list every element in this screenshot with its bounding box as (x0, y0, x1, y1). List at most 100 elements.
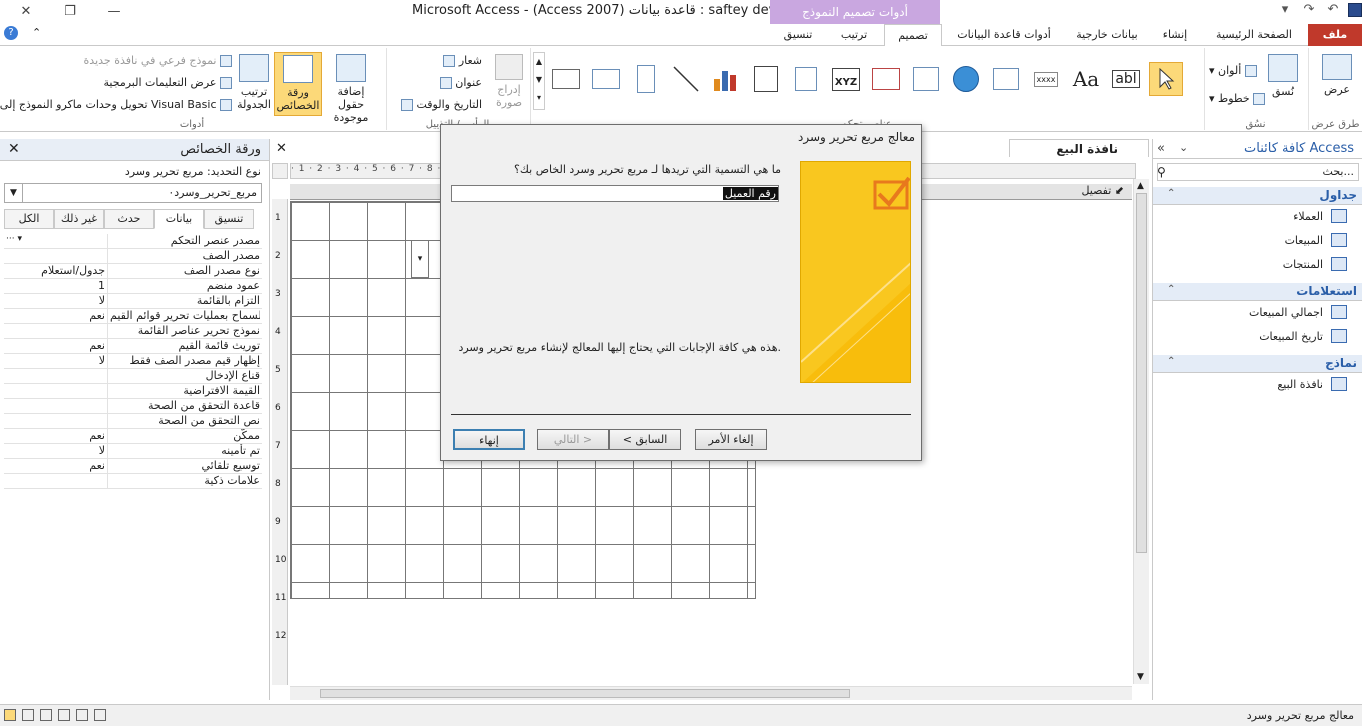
title-button[interactable]: عنوان (439, 76, 482, 89)
property-value[interactable]: لا (4, 444, 108, 459)
property-row[interactable]: لا إظهار قيم مصدر الصف فقط (4, 354, 262, 369)
tab-home[interactable]: الصفحة الرئيسية (1202, 24, 1306, 46)
chevron-down-icon[interactable]: ▼ (5, 184, 23, 202)
property-row[interactable]: نعم توسيع تلقائي (4, 459, 262, 474)
property-row[interactable]: علامات ذكية (4, 474, 262, 489)
builder-icon[interactable]: ··· ▾ (6, 234, 22, 244)
convert-macros-button[interactable]: تحويل وحدات ماكرو النموذج إلى Visual Bas… (0, 98, 232, 111)
property-row[interactable]: لا تم تأمينه (4, 444, 262, 459)
customize-qat-icon[interactable]: ▾ (1276, 2, 1294, 17)
layout-view-icon[interactable] (22, 709, 34, 721)
horizontal-scrollbar[interactable] (290, 686, 1132, 700)
tab-format[interactable]: تنسيق (772, 24, 824, 46)
property-value[interactable]: نعم (4, 339, 108, 354)
scroll-down-icon[interactable]: ▼ (1137, 672, 1144, 682)
list-box-control-icon[interactable] (589, 62, 623, 96)
collapse-nav-icon[interactable]: « (1157, 141, 1165, 156)
close-window-button[interactable]: ✕ (4, 2, 48, 22)
property-row[interactable]: مصدر الصف (4, 249, 262, 264)
pivot-chart-icon[interactable] (94, 709, 106, 721)
ribbon-collapse-icon[interactable]: ⌃ (32, 26, 41, 39)
property-tab[interactable]: تنسيق (204, 209, 254, 229)
property-value[interactable]: نعم (4, 429, 108, 444)
navigation-control-icon[interactable] (869, 62, 903, 96)
property-value[interactable]: نعم (4, 309, 108, 324)
back-button[interactable]: < السابق (609, 429, 681, 450)
property-value[interactable] (4, 324, 108, 339)
nav-title[interactable]: كافة كائنات Access (1244, 141, 1354, 156)
document-tab[interactable]: نافذة البيع (1009, 139, 1149, 157)
view-button[interactable]: عرض (1317, 54, 1357, 96)
property-row[interactable]: نموذج تحرير عناصر القائمة (4, 324, 262, 339)
property-tab[interactable]: الكل (4, 209, 54, 229)
colors-button[interactable]: ▾ ألوان (1209, 64, 1257, 77)
property-row[interactable]: قناع الإدخال (4, 369, 262, 384)
nav-item[interactable]: نافذة البيع (1153, 373, 1362, 397)
tab-database-tools[interactable]: أدوات قاعدة البيانات (944, 24, 1064, 46)
select-pointer-icon[interactable] (1149, 62, 1183, 96)
logo-button[interactable]: شعار (443, 54, 482, 67)
chart-control-icon[interactable] (709, 62, 743, 96)
nav-item[interactable]: المنتجات (1153, 253, 1362, 277)
close-document-icon[interactable]: ✕ (276, 141, 287, 156)
property-row[interactable]: نعم ممكّن (4, 429, 262, 444)
label-name-input[interactable]: رقم العميل (451, 185, 779, 202)
form-selector[interactable] (272, 163, 288, 179)
property-row[interactable]: نص التحقق من الصحة (4, 414, 262, 429)
property-value[interactable] (4, 399, 108, 414)
property-value[interactable] (4, 249, 108, 264)
tab-design[interactable]: تصميم (884, 24, 942, 47)
hyperlink-control-icon[interactable] (949, 62, 983, 96)
property-value[interactable]: لا (4, 294, 108, 309)
property-value[interactable]: جدول/استعلام (4, 264, 108, 279)
add-existing-fields-button[interactable]: إضافة حقول موجودة (324, 54, 378, 124)
web-browser-control-icon[interactable] (909, 62, 943, 96)
button-control-icon[interactable]: xxxx (1029, 62, 1063, 96)
restore-window-button[interactable]: ❐ (48, 2, 92, 22)
design-view-icon[interactable] (4, 709, 16, 721)
cancel-button[interactable]: إلغاء الأمر (695, 429, 767, 450)
property-row[interactable]: 1 عمود منضم (4, 279, 262, 294)
tab-create[interactable]: إنشاء (1150, 24, 1200, 46)
nav-menu-chevron-icon[interactable]: ⌄ (1179, 141, 1188, 154)
property-value[interactable] (4, 414, 108, 429)
property-row[interactable]: جدول/استعلام نوع مصدر الصف (4, 264, 262, 279)
property-row[interactable]: مصدر عنصر التحكم ··· ▾ (4, 234, 262, 249)
insert-image-button[interactable]: إدراج صورة (491, 54, 527, 109)
horizontal-scroll-thumb[interactable] (320, 689, 850, 698)
property-value[interactable] (4, 384, 108, 399)
tab-arrange[interactable]: ترتيب (826, 24, 882, 46)
collapse-group-icon[interactable]: ⌃ (1167, 284, 1175, 295)
form-view-icon[interactable] (40, 709, 52, 721)
close-pane-icon[interactable]: ✕ (8, 141, 20, 157)
property-tab[interactable]: غير ذلك (54, 209, 104, 229)
selected-object-combo[interactable]: مربع_تحرير_وسرد٠ ▼ (4, 183, 262, 203)
save-icon[interactable] (1348, 2, 1362, 17)
property-row[interactable]: قاعدة التحقق من الصحة (4, 399, 262, 414)
nav-search-input[interactable]: بحث... (1157, 163, 1359, 181)
nav-item[interactable]: العملاء (1153, 205, 1362, 229)
minimize-window-button[interactable]: — (92, 2, 136, 22)
subform-new-window-button[interactable]: نموذج فرعي في نافذة جديدة (84, 54, 232, 67)
controls-scroll-icon[interactable]: ▲ ▼ ▾ (533, 52, 545, 110)
tab-control-icon[interactable] (989, 62, 1023, 96)
combo-box-control-icon[interactable] (749, 62, 783, 96)
property-value[interactable] (4, 369, 108, 384)
property-value[interactable]: نعم (4, 459, 108, 474)
vertical-scroll-thumb[interactable] (1136, 193, 1147, 553)
redo-icon[interactable]: ↷ (1300, 2, 1318, 17)
property-row[interactable]: القيمة الافتراضية (4, 384, 262, 399)
next-button[interactable]: التالي > (537, 429, 609, 450)
nav-item[interactable]: اجمالي المبيعات (1153, 301, 1362, 325)
rectangle-control-icon[interactable] (549, 62, 583, 96)
undo-icon[interactable]: ↶ (1324, 2, 1342, 17)
tab-external-data[interactable]: بيانات خارجية (1066, 24, 1148, 46)
combo-box-control[interactable]: ▾ (411, 240, 429, 278)
property-row[interactable]: نعم توريث قائمة القيم (4, 339, 262, 354)
nav-group-header[interactable]: استعلامات ⌃ (1153, 283, 1362, 301)
help-icon[interactable]: ? (4, 26, 18, 40)
property-value[interactable] (4, 474, 108, 489)
property-row[interactable]: لا التزام بالقائمة (4, 294, 262, 309)
nav-group-header[interactable]: جداول ⌃ (1153, 187, 1362, 205)
line-control-icon[interactable] (669, 62, 703, 96)
